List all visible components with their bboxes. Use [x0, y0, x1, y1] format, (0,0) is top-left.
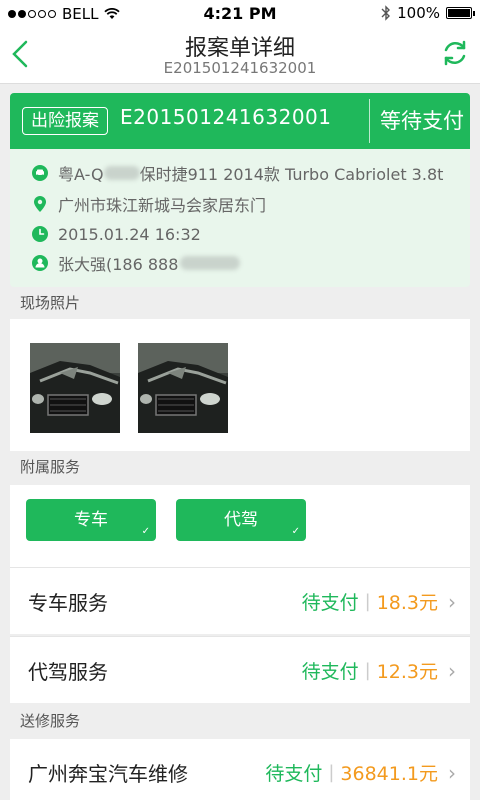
- driver-service-row[interactable]: 代驾服务 待支付 | 12.3元 ›: [10, 637, 470, 703]
- refresh-icon: [444, 40, 466, 66]
- photos-section: [10, 319, 470, 451]
- page-subtitle: E201501241632001: [163, 59, 317, 77]
- case-status: 等待支付: [380, 109, 464, 133]
- car-service-row[interactable]: 专车服务 待支付 | 18.3元 ›: [10, 568, 470, 634]
- battery-icon: [446, 7, 475, 19]
- car-damage-photo-icon: [138, 343, 228, 433]
- plate-redaction: [103, 166, 140, 180]
- accident-address: 广州市珠江新城马会家居东门: [58, 196, 267, 215]
- user-icon: [32, 255, 48, 271]
- car-service-payment: 待支付 | 18.3元 ›: [302, 588, 456, 615]
- driver-service-toggle-label: 代驾: [224, 510, 258, 530]
- location-pin-icon: [34, 196, 46, 212]
- driver-service-toggle[interactable]: 代驾 ✓: [176, 499, 306, 541]
- payment-amount: 18.3元: [376, 592, 438, 614]
- contact-row: 张大强(186 888: [32, 249, 241, 277]
- car-service-name: 专车服务: [28, 591, 108, 615]
- services-section-label: 附属服务: [10, 451, 470, 483]
- vehicle-plate: 粤A-Q: [58, 165, 104, 184]
- vehicle-row: 粤A-Q 保时捷911 2014款 Turbo Cabriolet 3.8t: [32, 159, 443, 187]
- repair-shop-name: 广州奔宝汽车维修: [28, 762, 188, 786]
- bluetooth-icon: [381, 5, 391, 21]
- accident-datetime: 2015.01.24 16:32: [58, 224, 201, 244]
- separator: |: [364, 591, 371, 612]
- battery-percent: 100%: [397, 4, 440, 22]
- photos-section-label: 现场照片: [10, 287, 470, 319]
- header-divider: [369, 99, 370, 143]
- checkmark-icon: ✓: [291, 526, 300, 537]
- car-service-toggle-label: 专车: [74, 510, 108, 530]
- address-row: 广州市珠江新城马会家居东门: [32, 190, 266, 218]
- payment-amount: 36841.1元: [340, 763, 438, 785]
- vehicle-model: 保时捷911 2014款 Turbo Cabriolet 3.8t: [139, 165, 444, 184]
- case-card-header: 出险报案 E201501241632001 等待支付: [10, 93, 470, 149]
- clock-icon: [32, 226, 48, 242]
- repair-shop-payment: 待支付 | 36841.1元 ›: [265, 759, 456, 786]
- car-icon: [32, 165, 48, 181]
- phone-redaction: [180, 256, 241, 270]
- payment-status: 待支付: [301, 661, 359, 683]
- case-type-badge: 出险报案: [22, 107, 108, 135]
- checkmark-icon: ✓: [141, 526, 150, 537]
- case-card: 出险报案 E201501241632001 等待支付 粤A-Q 保时捷911 2…: [10, 93, 470, 287]
- chevron-right-icon: ›: [448, 589, 456, 614]
- payment-amount: 12.3元: [376, 661, 438, 683]
- nav-header: 报案单详细 E201501241632001: [0, 28, 480, 84]
- contact-name-phone: 张大强(186 888: [58, 255, 179, 274]
- page-title: 报案单详细: [184, 36, 295, 61]
- refresh-button[interactable]: [440, 38, 470, 68]
- payment-status: 待支付: [301, 592, 359, 614]
- chevron-right-icon: ›: [448, 760, 456, 785]
- services-buttons: 专车 ✓ 代驾 ✓: [10, 485, 470, 567]
- repair-shop-row[interactable]: 广州奔宝汽车维修 待支付 | 36841.1元 ›: [10, 739, 470, 800]
- driver-service-payment: 待支付 | 12.3元 ›: [302, 657, 456, 684]
- car-damage-photo-icon: [30, 343, 120, 433]
- datetime-row: 2015.01.24 16:32: [32, 220, 201, 248]
- scene-photo[interactable]: [138, 343, 228, 433]
- case-number: E201501241632001: [120, 105, 332, 129]
- status-right: 100%: [381, 4, 475, 22]
- separator: |: [328, 762, 335, 783]
- status-bar: BELL 4:21 PM 100%: [0, 0, 480, 28]
- payment-status: 待支付: [265, 763, 323, 785]
- separator: |: [364, 660, 371, 681]
- car-service-toggle[interactable]: 专车 ✓: [26, 499, 156, 541]
- driver-service-name: 代驾服务: [28, 660, 108, 684]
- chevron-right-icon: ›: [448, 658, 456, 683]
- repair-section-label: 送修服务: [10, 705, 470, 737]
- scene-photo[interactable]: [30, 343, 120, 433]
